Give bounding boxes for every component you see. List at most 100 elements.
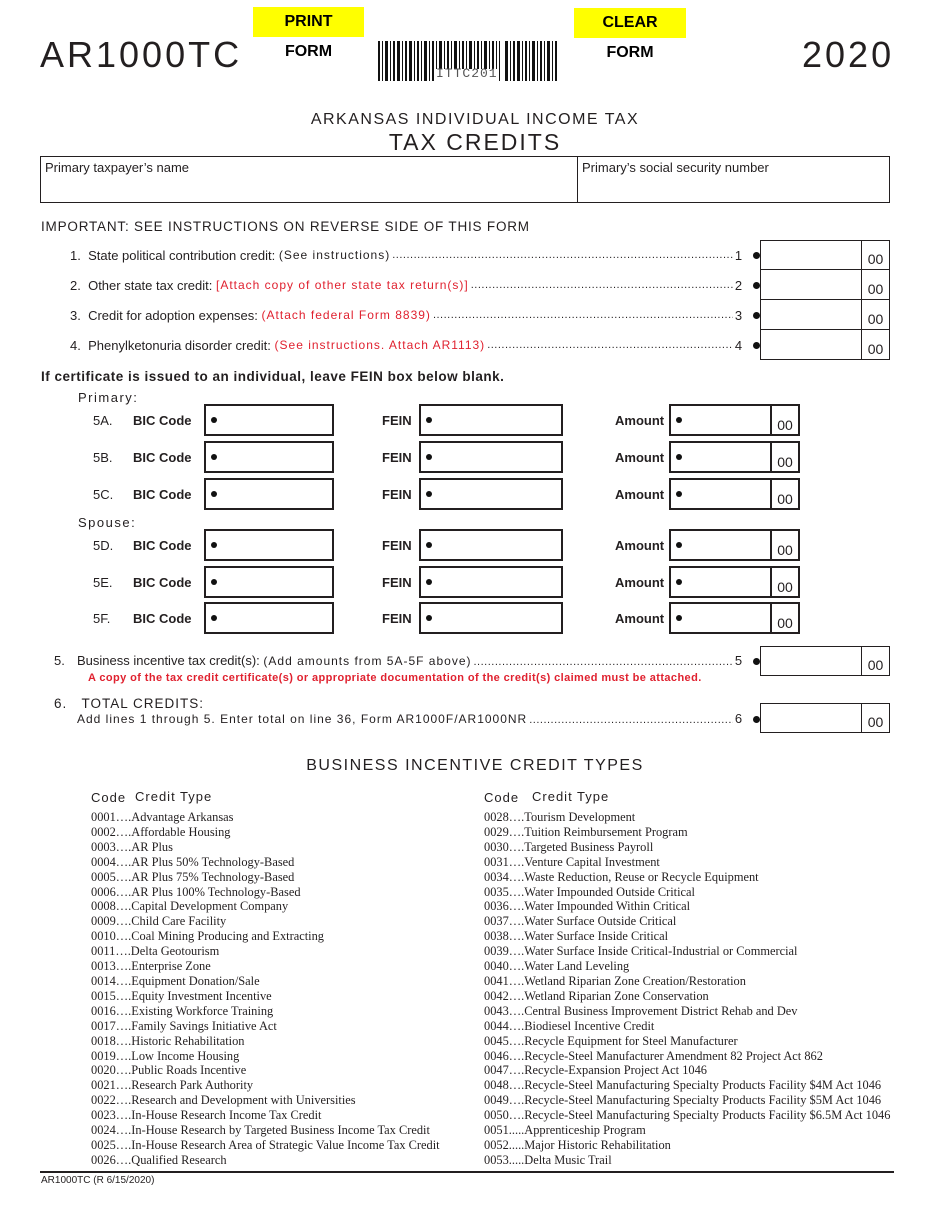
clear-form-button[interactable]: CLEAR FORM	[574, 8, 686, 61]
bic-row-5d: 5D. BIC Code FEIN Amount 00	[93, 529, 803, 561]
bullet-icon	[426, 615, 432, 621]
bic-code-input[interactable]	[204, 602, 334, 634]
left-code-header: Code	[91, 790, 127, 805]
amount-label: Amount	[615, 610, 665, 626]
amount-label: Amount	[615, 574, 665, 590]
bullet-icon	[753, 658, 760, 665]
cents: 00	[777, 417, 793, 433]
fein-note: If certificate is issued to an individua…	[41, 369, 505, 384]
fein-input[interactable]	[419, 404, 563, 436]
fein-input[interactable]	[419, 441, 563, 473]
bic-code-label: BIC Code	[133, 537, 192, 553]
credit-type-item: 0008….Capital Development Company	[91, 899, 289, 914]
fein-input[interactable]	[419, 602, 563, 634]
cents: 00	[861, 241, 889, 269]
fein-input[interactable]	[419, 529, 563, 561]
row-id: 5E.	[93, 574, 113, 590]
credit-type-item: 0044….Biodiesel Incentive Credit	[484, 1018, 655, 1033]
tax-year: 2020	[802, 34, 895, 75]
credit-type-item: 0002….Affordable Housing	[91, 824, 231, 839]
credit-type-item: 0022….Research and Development with Univ…	[91, 1093, 356, 1108]
credit-type-item: 0041….Wetland Riparian Zone Creation/Res…	[484, 973, 746, 988]
bic-code-label: BIC Code	[133, 574, 192, 590]
leader-dots: ........................................…	[487, 339, 733, 351]
taxpayer-name-label: Primary taxpayer’s name	[45, 160, 190, 175]
bic-code-input[interactable]	[204, 441, 334, 473]
amount-input[interactable]: 00	[669, 602, 800, 634]
bullet-icon	[753, 341, 760, 349]
bullet-icon	[426, 417, 432, 423]
form-title: TAX CREDITS	[388, 129, 562, 155]
credit-type-item: 0009….Child Care Facility	[91, 914, 227, 929]
amount-input[interactable]: 00	[669, 566, 800, 598]
credit-type-item: 0043….Central Business Improvement Distr…	[484, 1003, 798, 1018]
line-label: State political contribution credit:	[88, 247, 276, 263]
line-ref: 4	[734, 337, 743, 353]
attachment-warning: A copy of the tax credit certificate(s) …	[88, 672, 702, 684]
credit-type-item: 0030….Targeted Business Payroll	[484, 839, 654, 854]
line-5-amount-field[interactable]: 00	[760, 646, 890, 676]
line-label: Credit for adoption expenses:	[88, 307, 258, 323]
bullet-icon	[211, 542, 217, 548]
credit-type-item: 0047….Recycle-Expansion Project Act 1046	[484, 1063, 707, 1078]
fein-input[interactable]	[419, 566, 563, 598]
print-form-button[interactable]: PRINT FORM	[253, 7, 364, 60]
fein-label: FEIN	[382, 537, 412, 553]
bullet-icon	[676, 491, 682, 497]
credit-type-item: 0023….In-House Research Income Tax Credi…	[91, 1108, 322, 1123]
credit-type-item: 0019….Low Income Housing	[91, 1048, 240, 1063]
amount-input[interactable]: 00	[669, 478, 800, 510]
line-number: 1.	[70, 247, 81, 263]
fein-input[interactable]	[419, 478, 563, 510]
line-2-amount-field[interactable]: 00	[760, 270, 890, 300]
line-note: (Add amounts from 5A-5F above)	[263, 654, 472, 668]
credit-type-item: 0021….Research Park Authority	[91, 1078, 254, 1093]
taxpayer-name-field[interactable]: Primary taxpayer’s name	[40, 156, 578, 203]
ssn-field[interactable]: Primary’s social security number	[577, 156, 890, 203]
line-6-header: 6. TOTAL CREDITS:	[54, 696, 204, 711]
bullet-icon	[753, 716, 760, 723]
bic-row-5f: 5F. BIC Code FEIN Amount 00	[93, 602, 803, 634]
line-note: [Attach copy of other state tax return(s…	[215, 278, 469, 292]
credit-type-item: 0004….AR Plus 50% Technology-Based	[91, 854, 295, 869]
leader-dots: ........................................…	[470, 279, 733, 291]
bic-code-label: BIC Code	[133, 449, 192, 465]
credit-type-item: 0045….Recycle Equipment for Steel Manufa…	[484, 1033, 738, 1048]
credit-type-item: 0029….Tuition Reimbursement Program	[484, 824, 688, 839]
bullet-icon	[676, 417, 682, 423]
credit-types-left-list: 0001….Advantage Arkansas 0002….Affordable…	[91, 810, 440, 1168]
line-6-amount-field[interactable]: 00	[760, 703, 890, 733]
bic-code-input[interactable]	[204, 478, 334, 510]
cents: 00	[777, 542, 793, 558]
amount-input[interactable]: 00	[669, 529, 800, 561]
credit-type-item: 0037….Water Surface Outside Critical	[484, 914, 677, 929]
row-id: 5C.	[93, 486, 114, 502]
amount-label: Amount	[615, 486, 665, 502]
barcode: ITTC201	[378, 41, 558, 81]
bic-code-input[interactable]	[204, 529, 334, 561]
line-3-amount-field[interactable]: 00	[760, 300, 890, 330]
left-type-header: Credit Type	[135, 789, 213, 804]
credit-type-item: 0028….Tourism Development	[484, 810, 636, 824]
credit-type-item: 0018….Historic Rehabilitation	[91, 1033, 245, 1048]
amount-label: Amount	[615, 537, 665, 553]
credit-type-item: 0052.....Major Historic Rehabilitation	[484, 1137, 671, 1152]
bullet-icon	[426, 454, 432, 460]
bullet-icon	[753, 251, 760, 259]
line-1-amount-field[interactable]: 00	[760, 240, 890, 270]
credit-type-item: 0016….Existing Workforce Training	[91, 1003, 274, 1018]
amount-input[interactable]: 00	[669, 441, 800, 473]
credit-type-item: 0015….Equity Investment Incentive	[91, 988, 272, 1003]
bic-code-input[interactable]	[204, 404, 334, 436]
line-4-amount-field[interactable]: 00	[760, 330, 890, 360]
line-number: 4.	[70, 337, 81, 353]
important-note: IMPORTANT: SEE INSTRUCTIONS ON REVERSE S…	[41, 219, 530, 234]
leader-dots: ........................................…	[432, 309, 733, 321]
credit-type-item: 0051.....Apprenticeship Program	[484, 1123, 646, 1138]
bic-code-input[interactable]	[204, 566, 334, 598]
line-3: 3. Credit for adoption expenses: (Attach…	[70, 300, 760, 330]
credit-type-item: 0034….Waste Reduction, Reuse or Recycle …	[484, 869, 759, 884]
row-id: 5B.	[93, 449, 113, 465]
amount-input[interactable]: 00	[669, 404, 800, 436]
bic-row-5c: 5C. BIC Code FEIN Amount 00	[93, 478, 803, 510]
